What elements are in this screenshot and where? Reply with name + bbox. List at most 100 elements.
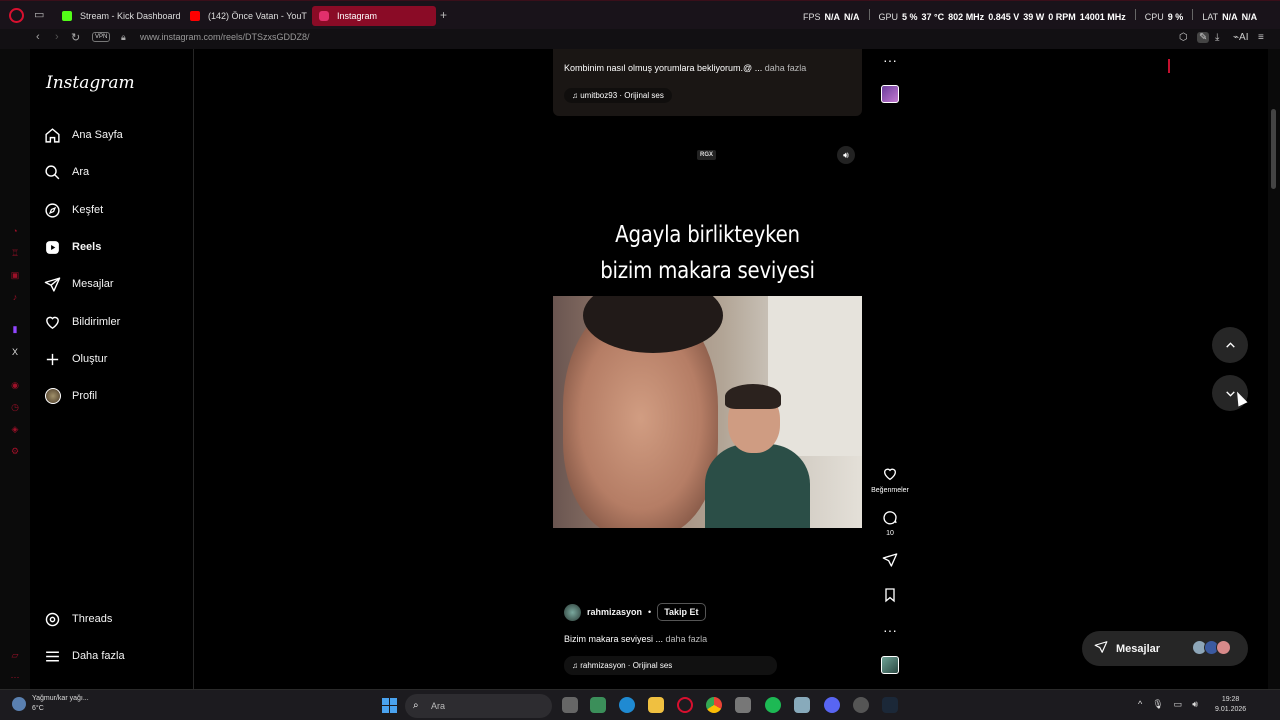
scrollbar-thumb[interactable]: [1271, 109, 1276, 189]
share-button[interactable]: [870, 552, 910, 571]
sidebar-item-create[interactable]: Oluştur: [44, 347, 107, 371]
chevron-up-icon[interactable]: ^: [1138, 699, 1142, 710]
avatar[interactable]: [564, 603, 581, 621]
lock-icon[interactable]: 🔒︎: [121, 32, 126, 43]
building-bg: [768, 296, 862, 456]
sidebar-item-threads[interactable]: Threads: [44, 607, 112, 631]
sidebar-item-home[interactable]: Ana Sayfa: [44, 123, 123, 147]
back-icon[interactable]: ‹: [36, 31, 40, 43]
microphone-icon[interactable]: 🎙︎: [1152, 699, 1163, 710]
extensions-icon[interactable]: ⬡: [1179, 32, 1188, 43]
instagram-logo[interactable]: Instagram: [46, 73, 135, 93]
pen-icon[interactable]: ✎: [1197, 32, 1210, 43]
home-icon: [44, 127, 61, 144]
taskbar-clock[interactable]: 19:28 9.01.2026: [1215, 695, 1246, 715]
player-icon[interactable]: ◉: [9, 379, 21, 391]
more-dots-icon[interactable]: ⋯: [9, 671, 21, 683]
gx-control-icon[interactable]: ◔: [9, 225, 21, 237]
like-button[interactable]: Beğenmeler: [870, 466, 910, 494]
send-icon: [870, 552, 910, 571]
previous-reel-card[interactable]: Kombinim nasıl olmuş yorumlara bekliyoru…: [553, 49, 862, 116]
sidebar-item-profile[interactable]: Profil: [44, 384, 97, 408]
menu-icon[interactable]: ≡: [1258, 32, 1264, 43]
network-icon[interactable]: ▭: [1174, 699, 1183, 710]
opera-gx-icon[interactable]: [677, 697, 693, 713]
tab-youtube[interactable]: (142) Önce Vatan - YouTu: [183, 6, 307, 26]
file-explorer-icon[interactable]: [648, 697, 664, 713]
tab-instagram[interactable]: Instagram: [312, 6, 436, 26]
gx-logo-icon[interactable]: ▱: [9, 649, 21, 661]
volume-icon[interactable]: 🔊︎: [1192, 699, 1198, 710]
discord-icon[interactable]: [824, 697, 840, 713]
previous-reel-button[interactable]: [1212, 327, 1248, 363]
sidebar-item-search[interactable]: Ara: [44, 160, 89, 184]
twitch-icon[interactable]: ▮: [9, 323, 21, 335]
app-icon[interactable]: [590, 697, 606, 713]
vpn-badge[interactable]: VPN: [92, 32, 111, 42]
volume-icon[interactable]: 🔊︎: [837, 146, 855, 164]
url-field[interactable]: www.instagram.com/reels/DTSzxsGDDZ8/: [140, 32, 310, 42]
bookmark-icon: [870, 587, 910, 606]
weather-widget[interactable]: Yağmur/kar yağı... 6°C: [12, 694, 89, 714]
sidebar-item-notifications[interactable]: Bildirimler: [44, 310, 120, 334]
aria-ai-button[interactable]: ⌁AI: [1233, 32, 1248, 43]
address-bar: ‹ › ↻ VPN 🔒︎ www.instagram.com/reels/DTS…: [0, 29, 1280, 73]
system-tray[interactable]: ^ 🎙︎ ▭ 🔊︎: [1138, 699, 1198, 710]
comment-button[interactable]: 10: [870, 509, 910, 537]
settings-icon[interactable]: ⚙: [9, 445, 21, 457]
audio-thumbnail[interactable]: [881, 656, 899, 674]
spotify-icon[interactable]: [765, 697, 781, 713]
sidebar-item-more[interactable]: Daha fazla: [44, 644, 125, 668]
previous-reel-audio[interactable]: ♫ umitboz93 · Orijinal ses: [564, 88, 672, 103]
video-frame[interactable]: [553, 296, 862, 528]
tab-menu-icon[interactable]: ▭: [34, 9, 44, 22]
save-button[interactable]: [870, 587, 910, 606]
steam-icon[interactable]: [882, 697, 898, 713]
task-view-icon[interactable]: [562, 697, 578, 713]
gx-mods-icon[interactable]: ▣: [9, 269, 21, 281]
previous-audio-thumbnail[interactable]: [881, 85, 899, 103]
gx-corner-icon[interactable]: ♖: [9, 247, 21, 259]
avatar: [1216, 640, 1231, 655]
send-icon: [44, 276, 61, 293]
more-link[interactable]: daha fazla: [666, 634, 708, 644]
app-icon[interactable]: [794, 697, 810, 713]
store-icon[interactable]: [735, 697, 751, 713]
page-scrollbar[interactable]: [1268, 49, 1280, 689]
gpu-mem-clock: 14001 MHz: [1079, 12, 1126, 22]
forward-icon[interactable]: ›: [55, 31, 59, 43]
chrome-icon[interactable]: [706, 697, 722, 713]
author-username[interactable]: rahmizasyon: [587, 607, 642, 617]
heart-icon: [870, 466, 910, 485]
new-tab-plus-icon[interactable]: +: [440, 8, 447, 22]
caption-text: Kombinim nasıl olmuş yorumlara bekliyoru…: [564, 63, 763, 73]
caption-text: Bizim makara seviyesi ...: [564, 634, 664, 644]
sidebar-item-reels[interactable]: Reels: [44, 235, 101, 259]
history-icon[interactable]: ◷: [9, 401, 21, 413]
pinboard-icon[interactable]: ◈: [9, 423, 21, 435]
kick-favicon-icon: [62, 11, 72, 21]
more-link[interactable]: daha fazla: [765, 63, 807, 73]
cpu-label: CPU: [1144, 12, 1164, 22]
tab-kick-dashboard[interactable]: Stream - Kick Dashboard: [55, 6, 183, 26]
opera-gx-logo-icon[interactable]: [9, 8, 24, 23]
download-icon[interactable]: ⤓: [1215, 32, 1219, 43]
reload-icon[interactable]: ↻: [71, 31, 80, 44]
x-icon[interactable]: X: [9, 346, 21, 358]
reel-audio[interactable]: ♫ rahmizasyon · Orijinal ses: [564, 656, 777, 675]
music-icon[interactable]: ♪: [9, 291, 21, 303]
edge-icon[interactable]: [619, 697, 635, 713]
reel-video-card[interactable]: RGX 🔊︎ Agayla birlikteyken bizim makara …: [553, 137, 862, 688]
search-placeholder: Ara: [431, 701, 446, 711]
app-icon[interactable]: [853, 697, 869, 713]
accent-divider: [1168, 59, 1170, 73]
fps-value-2: N/A: [844, 12, 860, 22]
messages-pill[interactable]: Mesajlar: [1082, 631, 1248, 666]
windows-start-icon[interactable]: [382, 698, 397, 713]
previous-reel-more-icon[interactable]: ···: [870, 52, 910, 68]
more-options-icon[interactable]: ···: [870, 622, 910, 638]
sidebar-item-explore[interactable]: Keşfet: [44, 198, 103, 222]
taskbar-search[interactable]: ⌕ Ara: [405, 694, 552, 718]
follow-button[interactable]: Takip Et: [657, 603, 706, 621]
sidebar-item-messages[interactable]: Mesajlar: [44, 272, 114, 296]
